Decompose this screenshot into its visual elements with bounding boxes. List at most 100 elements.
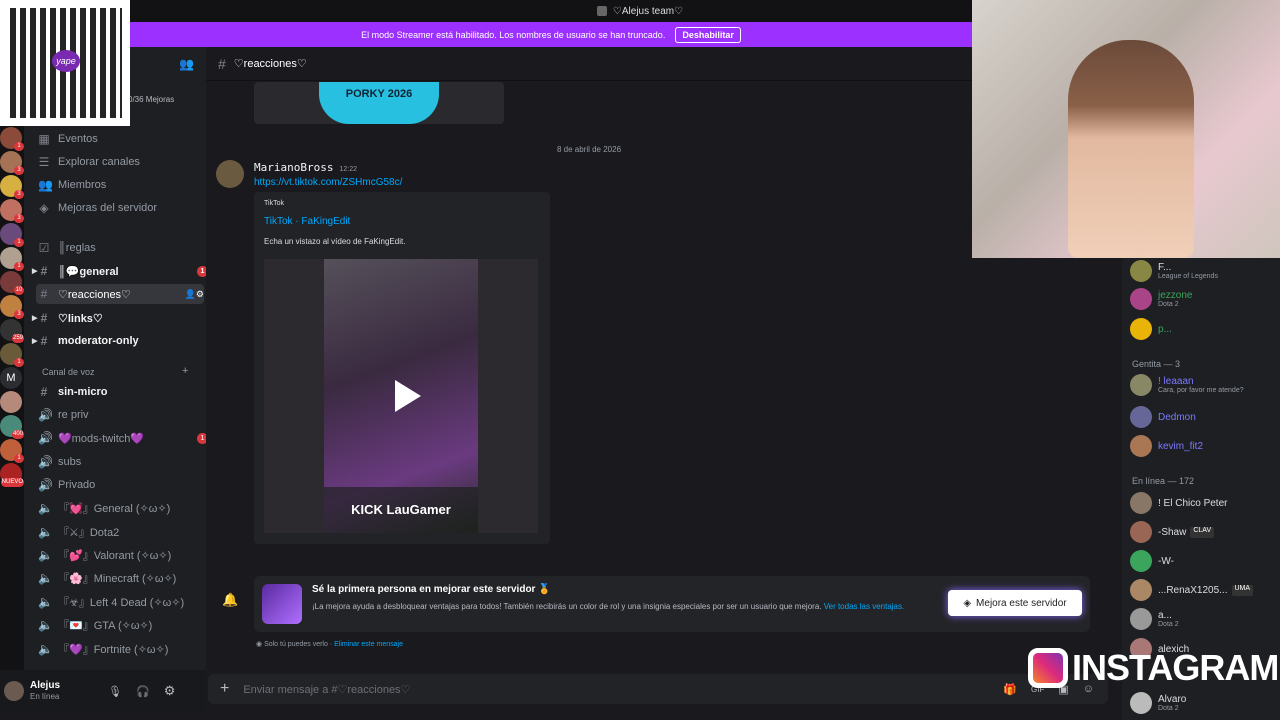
channel-sin-micro[interactable]: # sin-micro — [38, 382, 208, 402]
server-icon[interactable]: 1 — [0, 247, 24, 271]
message-author[interactable]: MarianoBross — [254, 161, 333, 174]
members-icon: 👥 — [38, 178, 53, 192]
server-icon[interactable]: 1 — [0, 127, 24, 151]
user-name: Alejus — [30, 680, 61, 691]
member-item[interactable]: jezzone Dota 2 — [1130, 286, 1192, 312]
sidebar-item-boosts[interactable]: ◈ Mejoras del servidor — [38, 198, 208, 218]
speaker-icon: 🔊 — [38, 408, 53, 422]
date-divider: 8 de abril de 2026 — [556, 145, 622, 154]
server-icon[interactable]: 259 — [0, 319, 24, 343]
channel-general[interactable]: ▶ # ║💬general 1 — [32, 261, 208, 281]
member-item[interactable]: Dedmon — [1130, 404, 1196, 430]
sidebar-item-events[interactable]: ▦ Eventos — [38, 129, 208, 149]
channel-title: ♡reacciones♡ — [233, 58, 307, 70]
eye-icon: ◉ — [256, 641, 263, 648]
channel-sidebar: 👥 0/36 Mejoras ▦ Eventos ☰ Explorar canale… — [24, 47, 208, 670]
voice-channel[interactable]: 🔈 『☣』Left 4 Dead (✧ω✧) — [38, 592, 208, 612]
speaker-icon: 🔈 — [38, 548, 53, 562]
sidebar-item-browse[interactable]: ☰ Explorar canales — [38, 152, 208, 172]
member-item[interactable]: ...RenaX1205... UMA — [1130, 577, 1254, 603]
message-input[interactable]: + Enviar mensaje a #♡reacciones♡ 🎁 GIF ▣… — [208, 674, 1108, 704]
qr-code-overlay: yape — [0, 0, 130, 126]
server-icon[interactable]: 10 — [0, 271, 24, 295]
voice-channel[interactable]: 🔊 💜mods-twitch💜 1 — [38, 428, 208, 448]
voice-channel[interactable]: 🔊 subs — [38, 452, 208, 472]
member-item[interactable]: a... Dota 2 — [1130, 606, 1179, 632]
message-link[interactable]: https://vt.tiktok.com/ZSHmcG58c/ — [254, 177, 402, 188]
speaker-icon: 🔈 — [38, 501, 53, 515]
channel-reglas[interactable]: ☑ ║reglas — [38, 238, 208, 258]
boost-perks-link[interactable]: Ver todas las ventajas. — [824, 602, 905, 611]
member-item[interactable]: kevim_fit2 — [1130, 433, 1203, 459]
add-channel-icon[interactable]: + — [182, 365, 188, 377]
streamer-figure — [1068, 40, 1194, 258]
speaker-icon: 🔈 — [38, 525, 53, 539]
voice-channel[interactable]: 🔈 『💕』Valorant (✧ω✧) — [38, 545, 208, 565]
channel-links[interactable]: ▶ # ♡links♡ — [32, 308, 208, 328]
disable-streamer-button[interactable]: Deshabilitar — [675, 26, 741, 43]
hash-icon: # — [40, 311, 48, 325]
member-item[interactable]: -W- — [1130, 548, 1174, 574]
avatar — [1130, 406, 1152, 428]
server-icon[interactable] — [0, 391, 22, 413]
server-icon[interactable]: 400 — [0, 415, 24, 439]
voice-channel[interactable]: 🔈 『⚔』Dota2 — [38, 522, 208, 542]
member-section-header: En línea — 172 — [1132, 476, 1195, 486]
server-icon[interactable]: NUEVO — [0, 463, 24, 487]
voice-channel[interactable]: 🔈 『🌸』Minecraft (✧ω✧) — [38, 568, 208, 588]
voice-channel[interactable]: 🔊 Privado — [38, 475, 208, 495]
server-icon[interactable]: 3 — [0, 175, 24, 199]
server-icon[interactable]: 1 — [0, 223, 24, 247]
boost-progress[interactable]: 0/36 Mejoras — [128, 95, 174, 104]
gift-icon[interactable]: 🎁 — [1003, 683, 1017, 696]
member-item[interactable]: ! leaaan Cara, por favor me atende? — [1130, 372, 1244, 398]
hash-icon: # — [40, 287, 48, 301]
avatar — [1130, 608, 1152, 630]
clan-tag: CLAV — [1190, 526, 1215, 538]
microphone-icon[interactable]: 🎙 — [108, 685, 122, 698]
server-icon[interactable]: 1 — [0, 343, 24, 367]
voice-channel[interactable]: 🔈 『💜』Fortnite (✧ω✧) — [38, 639, 208, 659]
image-attachment[interactable]: PORKY 2026 — [254, 82, 504, 124]
voice-channel[interactable]: 🔈 『💌』GTA (✧ω✧) — [38, 615, 208, 635]
member-item[interactable]: Alvaro Dota 2 — [1130, 690, 1186, 716]
invite-icon[interactable]: 👤⚙ — [185, 289, 204, 300]
sidebar-item-members[interactable]: 👥 Miembros — [38, 175, 208, 195]
voice-category[interactable]: Canal de voz — [42, 367, 95, 377]
server-icon[interactable]: 3 — [0, 151, 24, 175]
server-list: 1 3 3 3 1 1 10 3 259 1 M 400 1 NUEVO — [0, 126, 24, 686]
voice-channel[interactable]: 🔊 re priv — [38, 405, 208, 425]
member-item[interactable]: ! El Chico Peter — [1130, 490, 1227, 516]
boost-icon: ◈ — [963, 597, 972, 609]
voice-channel[interactable]: 🔈 『💓』General (✧ω✧) — [38, 498, 208, 518]
channel-moderator-only[interactable]: ▶ # moderator-only — [32, 331, 208, 351]
avatar[interactable] — [4, 681, 24, 701]
server-icon[interactable]: 3 — [0, 199, 24, 223]
headphones-icon[interactable]: 🎧 — [136, 685, 150, 698]
avatar — [1130, 435, 1152, 457]
member-item[interactable]: p... — [1130, 316, 1172, 342]
channel-reacciones[interactable]: # ♡reacciones♡ 👤⚙ — [36, 284, 204, 304]
video-thumbnail[interactable]: KICK LauGamer — [264, 259, 538, 533]
add-friend-icon[interactable]: 👥 — [179, 57, 194, 71]
speaker-icon: 🔈 — [38, 618, 53, 632]
avatar — [1130, 318, 1152, 340]
member-item[interactable]: -Shaw CLAV — [1130, 519, 1215, 545]
play-button-icon[interactable] — [385, 376, 425, 416]
member-item[interactable]: F... League of Legends — [1130, 258, 1218, 284]
dismiss-message-link[interactable]: Eliminar este mensaje — [334, 641, 403, 648]
server-icon[interactable]: 1 — [0, 439, 24, 463]
add-attachment-icon[interactable]: + — [220, 680, 229, 698]
browse-icon: ☰ — [38, 155, 50, 169]
settings-icon[interactable]: ⚙ — [164, 683, 176, 699]
ephemeral-note: ◉ Solo tú puedes verlo · Eliminar este m… — [256, 641, 403, 648]
server-icon[interactable]: 3 — [0, 295, 24, 319]
attachment-image-content: PORKY 2026 — [319, 82, 439, 124]
avatar[interactable] — [216, 160, 244, 188]
boost-server-button[interactable]: ◈ Mejora este servidor — [948, 590, 1082, 616]
yape-logo: yape — [52, 50, 80, 72]
message-header: MarianoBross 12:22 — [254, 161, 357, 174]
embed-title[interactable]: TikTok · FaKingEdit — [264, 216, 350, 227]
speaker-icon: 🔊 — [38, 431, 53, 445]
server-letter-icon[interactable]: M — [0, 367, 22, 389]
